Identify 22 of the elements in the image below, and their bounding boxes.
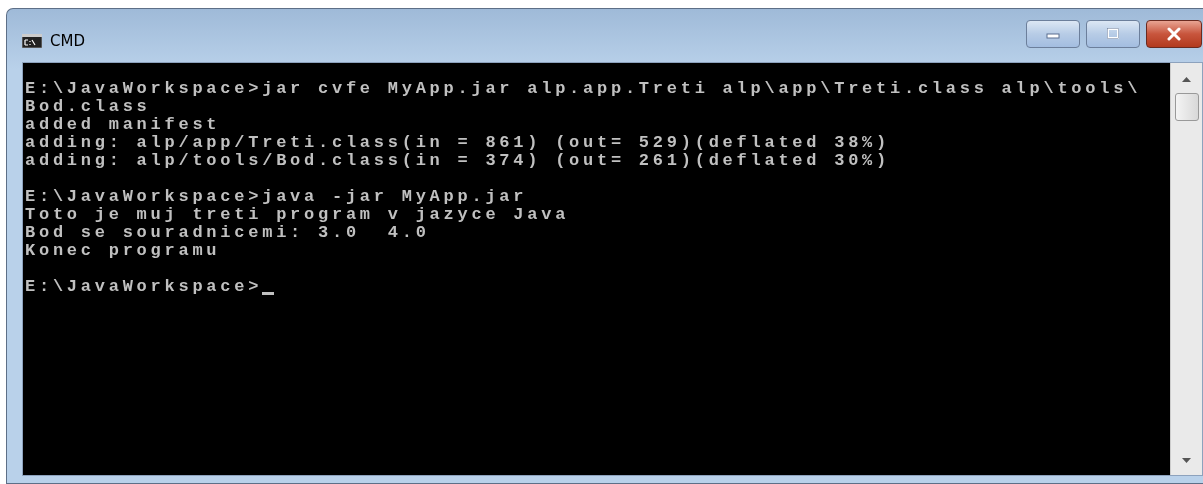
close-icon	[1166, 27, 1182, 41]
console-line: Toto je muj treti program v jazyce Java	[25, 206, 570, 224]
console-line: Konec programu	[25, 242, 221, 260]
minimize-button[interactable]	[1026, 20, 1080, 48]
maximize-icon	[1106, 28, 1120, 40]
console-line: E:\JavaWorkspace>java -jar MyApp.jar	[25, 188, 528, 206]
console-line: E:\JavaWorkspace>	[25, 278, 263, 296]
vertical-scrollbar[interactable]	[1170, 63, 1202, 475]
scroll-up-arrow-icon	[1182, 77, 1191, 83]
scroll-down-arrow-icon	[1182, 457, 1191, 463]
close-button[interactable]	[1146, 20, 1202, 48]
console-line: Bod.class	[25, 98, 151, 116]
window-title: CMD	[50, 31, 85, 50]
console-line: added manifest	[25, 116, 221, 134]
scrollbar-thumb[interactable]	[1174, 93, 1199, 121]
console-line: adding: alp/app/Treti.class(in = 861) (out= 529)(deflated 38%)	[25, 134, 890, 152]
console-app-icon	[22, 33, 42, 48]
console-line: Bod se souradnicemi: 3.0 4.0	[25, 224, 430, 242]
maximize-button[interactable]	[1086, 20, 1140, 48]
console-line: adding: alp/tools/Bod.class(in = 374) (out= 261)(deflated 30%)	[25, 152, 890, 170]
console-line: E:\JavaWorkspace>jar cvfe MyApp.jar alp.app.Treti alp\app\Treti.class alp\tools\	[25, 80, 1142, 98]
text-cursor	[262, 291, 275, 295]
